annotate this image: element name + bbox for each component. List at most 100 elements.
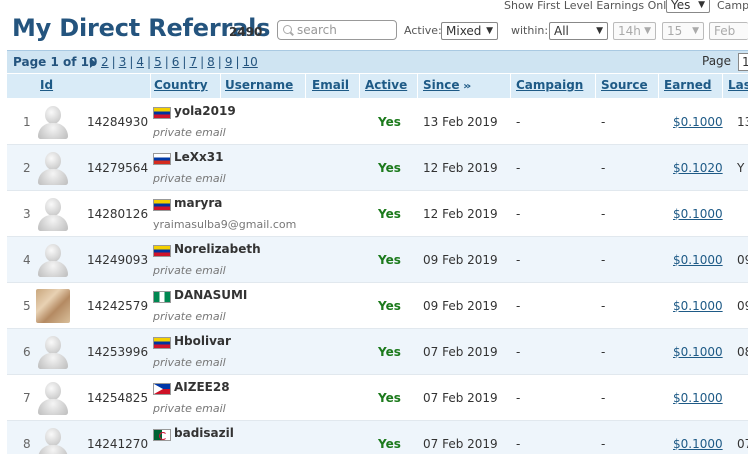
table-row[interactable]: 8 14241270 badisazil Yes 07 Feb 2019 - - $0.100… [7,421,748,454]
col-last[interactable]: Las [728,78,748,92]
referral-id: 14254825 [87,391,149,405]
since-date: 07 Feb 2019 [423,345,498,359]
avatar[interactable] [36,381,70,415]
page-link-10[interactable]: 10 [243,55,258,69]
search-box[interactable] [277,20,397,40]
row-number: 2 [23,161,31,175]
chevron-down-icon: ▼ [644,26,651,36]
campaign-filter-label: Camp [717,0,748,12]
col-email[interactable]: Email [312,78,349,92]
table-row[interactable]: 3 14280126 maryra yraimasulba9@gmail.com Yes… [7,191,748,237]
col-since-label: Since [423,78,460,92]
active-status: Yes [378,345,401,359]
campaign: - [516,253,521,267]
page-link-8[interactable]: 8 [207,55,215,69]
active-status: Yes [378,115,401,129]
earned-link[interactable]: $0.1000 [673,437,723,451]
earned-link[interactable]: $0.1000 [673,115,723,129]
row-number: 7 [23,391,31,405]
country-flag-icon [153,291,171,303]
avatar[interactable] [36,105,70,139]
avatar[interactable] [36,197,70,231]
avatar[interactable] [36,151,70,185]
table-row[interactable]: 7 14254825 AIZEE28 private email Yes 07 Feb 2… [7,375,748,421]
page-link-5[interactable]: 5 [154,55,162,69]
within-select[interactable]: All ▼ [549,22,608,40]
username: yola2019 [174,104,236,118]
active-status: Yes [378,207,401,221]
referral-id: 14249093 [87,253,149,267]
earned-link[interactable]: $0.1000 [673,345,723,359]
table-row[interactable]: 5 14242579 DANASUMI private email Yes 09 Feb … [7,283,748,329]
play-right-icon [90,58,96,68]
earned-link[interactable]: $0.1000 [673,207,723,221]
minute-select[interactable]: 15 ▼ [662,22,704,40]
username: Norelizabeth [174,242,261,256]
col-since[interactable]: Since» [423,78,471,92]
since-date: 07 Feb 2019 [423,391,498,405]
since-date: 12 Feb 2019 [423,161,498,175]
email: private email [153,126,226,139]
referral-id: 14284930 [87,115,149,129]
earned-link[interactable]: $0.1000 [673,299,723,313]
search-input[interactable] [297,22,393,38]
page-link-7[interactable]: 7 [189,55,197,69]
hour-select-value: 14h [618,24,641,38]
referral-id: 14253996 [87,345,149,359]
page-link-9[interactable]: 9 [225,55,233,69]
source: - [601,207,606,221]
campaign: - [516,207,521,221]
campaign: - [516,115,521,129]
page-link-2[interactable]: 2 [101,55,109,69]
since-date: 13 Feb 2019 [423,115,498,129]
col-active[interactable]: Active [365,78,407,92]
country-flag-icon [153,245,171,257]
col-earned[interactable]: Earned [664,78,711,92]
col-country[interactable]: Country [154,78,208,92]
last-click: Y [737,161,745,175]
avatar[interactable] [36,243,70,277]
campaign: - [516,391,521,405]
active-label: Active: [404,24,442,37]
table-row[interactable]: 2 14279564 LeXx31 private email Yes 12 Feb 20… [7,145,748,191]
table-row[interactable]: 4 14249093 Norelizabeth private email Yes 09 … [7,237,748,283]
since-date: 09 Feb 2019 [423,299,498,313]
page-link-3[interactable]: 3 [119,55,127,69]
col-source[interactable]: Source [601,78,648,92]
hour-select[interactable]: 14h ▼ [613,22,656,40]
username: LeXx31 [174,150,224,164]
avatar[interactable] [36,335,70,369]
last-click: 08 [737,345,748,359]
earned-link[interactable]: $0.1020 [673,161,723,175]
row-number: 1 [23,115,31,129]
source: - [601,391,606,405]
page-link-4[interactable]: 4 [136,55,144,69]
avatar[interactable] [36,289,70,323]
show-first-level-select[interactable]: Yes ▼ [666,0,710,13]
country-flag-icon [153,383,171,395]
table-row[interactable]: 6 14253996 Hbolivar private email Yes 07 Feb … [7,329,748,375]
row-number: 3 [23,207,31,221]
table-row[interactable]: 1 14284930 yola2019 private email Yes 13 Feb … [7,99,748,145]
col-username[interactable]: Username [225,78,293,92]
within-select-value: All [554,24,569,38]
page-jump-input[interactable]: 1 [738,53,748,71]
referral-count: 2490 [229,25,263,39]
avatar[interactable] [36,427,70,454]
page-link-6[interactable]: 6 [172,55,180,69]
minute-select-value: 15 [667,24,683,38]
earned-link[interactable]: $0.1000 [673,253,723,267]
referral-id: 14280126 [87,207,149,221]
col-campaign[interactable]: Campaign [516,78,583,92]
earned-link[interactable]: $0.1000 [673,391,723,405]
username: badisazil [174,426,234,440]
country-flag-icon [153,337,171,349]
month-select[interactable]: Feb [709,22,748,40]
active-select[interactable]: Mixed ▼ [441,22,498,40]
col-id[interactable]: Id [40,78,53,92]
last-click: 13 [737,115,748,129]
source: - [601,253,606,267]
page-jump-label: Page [702,54,732,68]
pagination-bar: Page 1 of 10 2 | 3 | 4 | 5 | 6 | 7 | 8 | 9 | 10 Page 1 [7,50,748,73]
source: - [601,161,606,175]
